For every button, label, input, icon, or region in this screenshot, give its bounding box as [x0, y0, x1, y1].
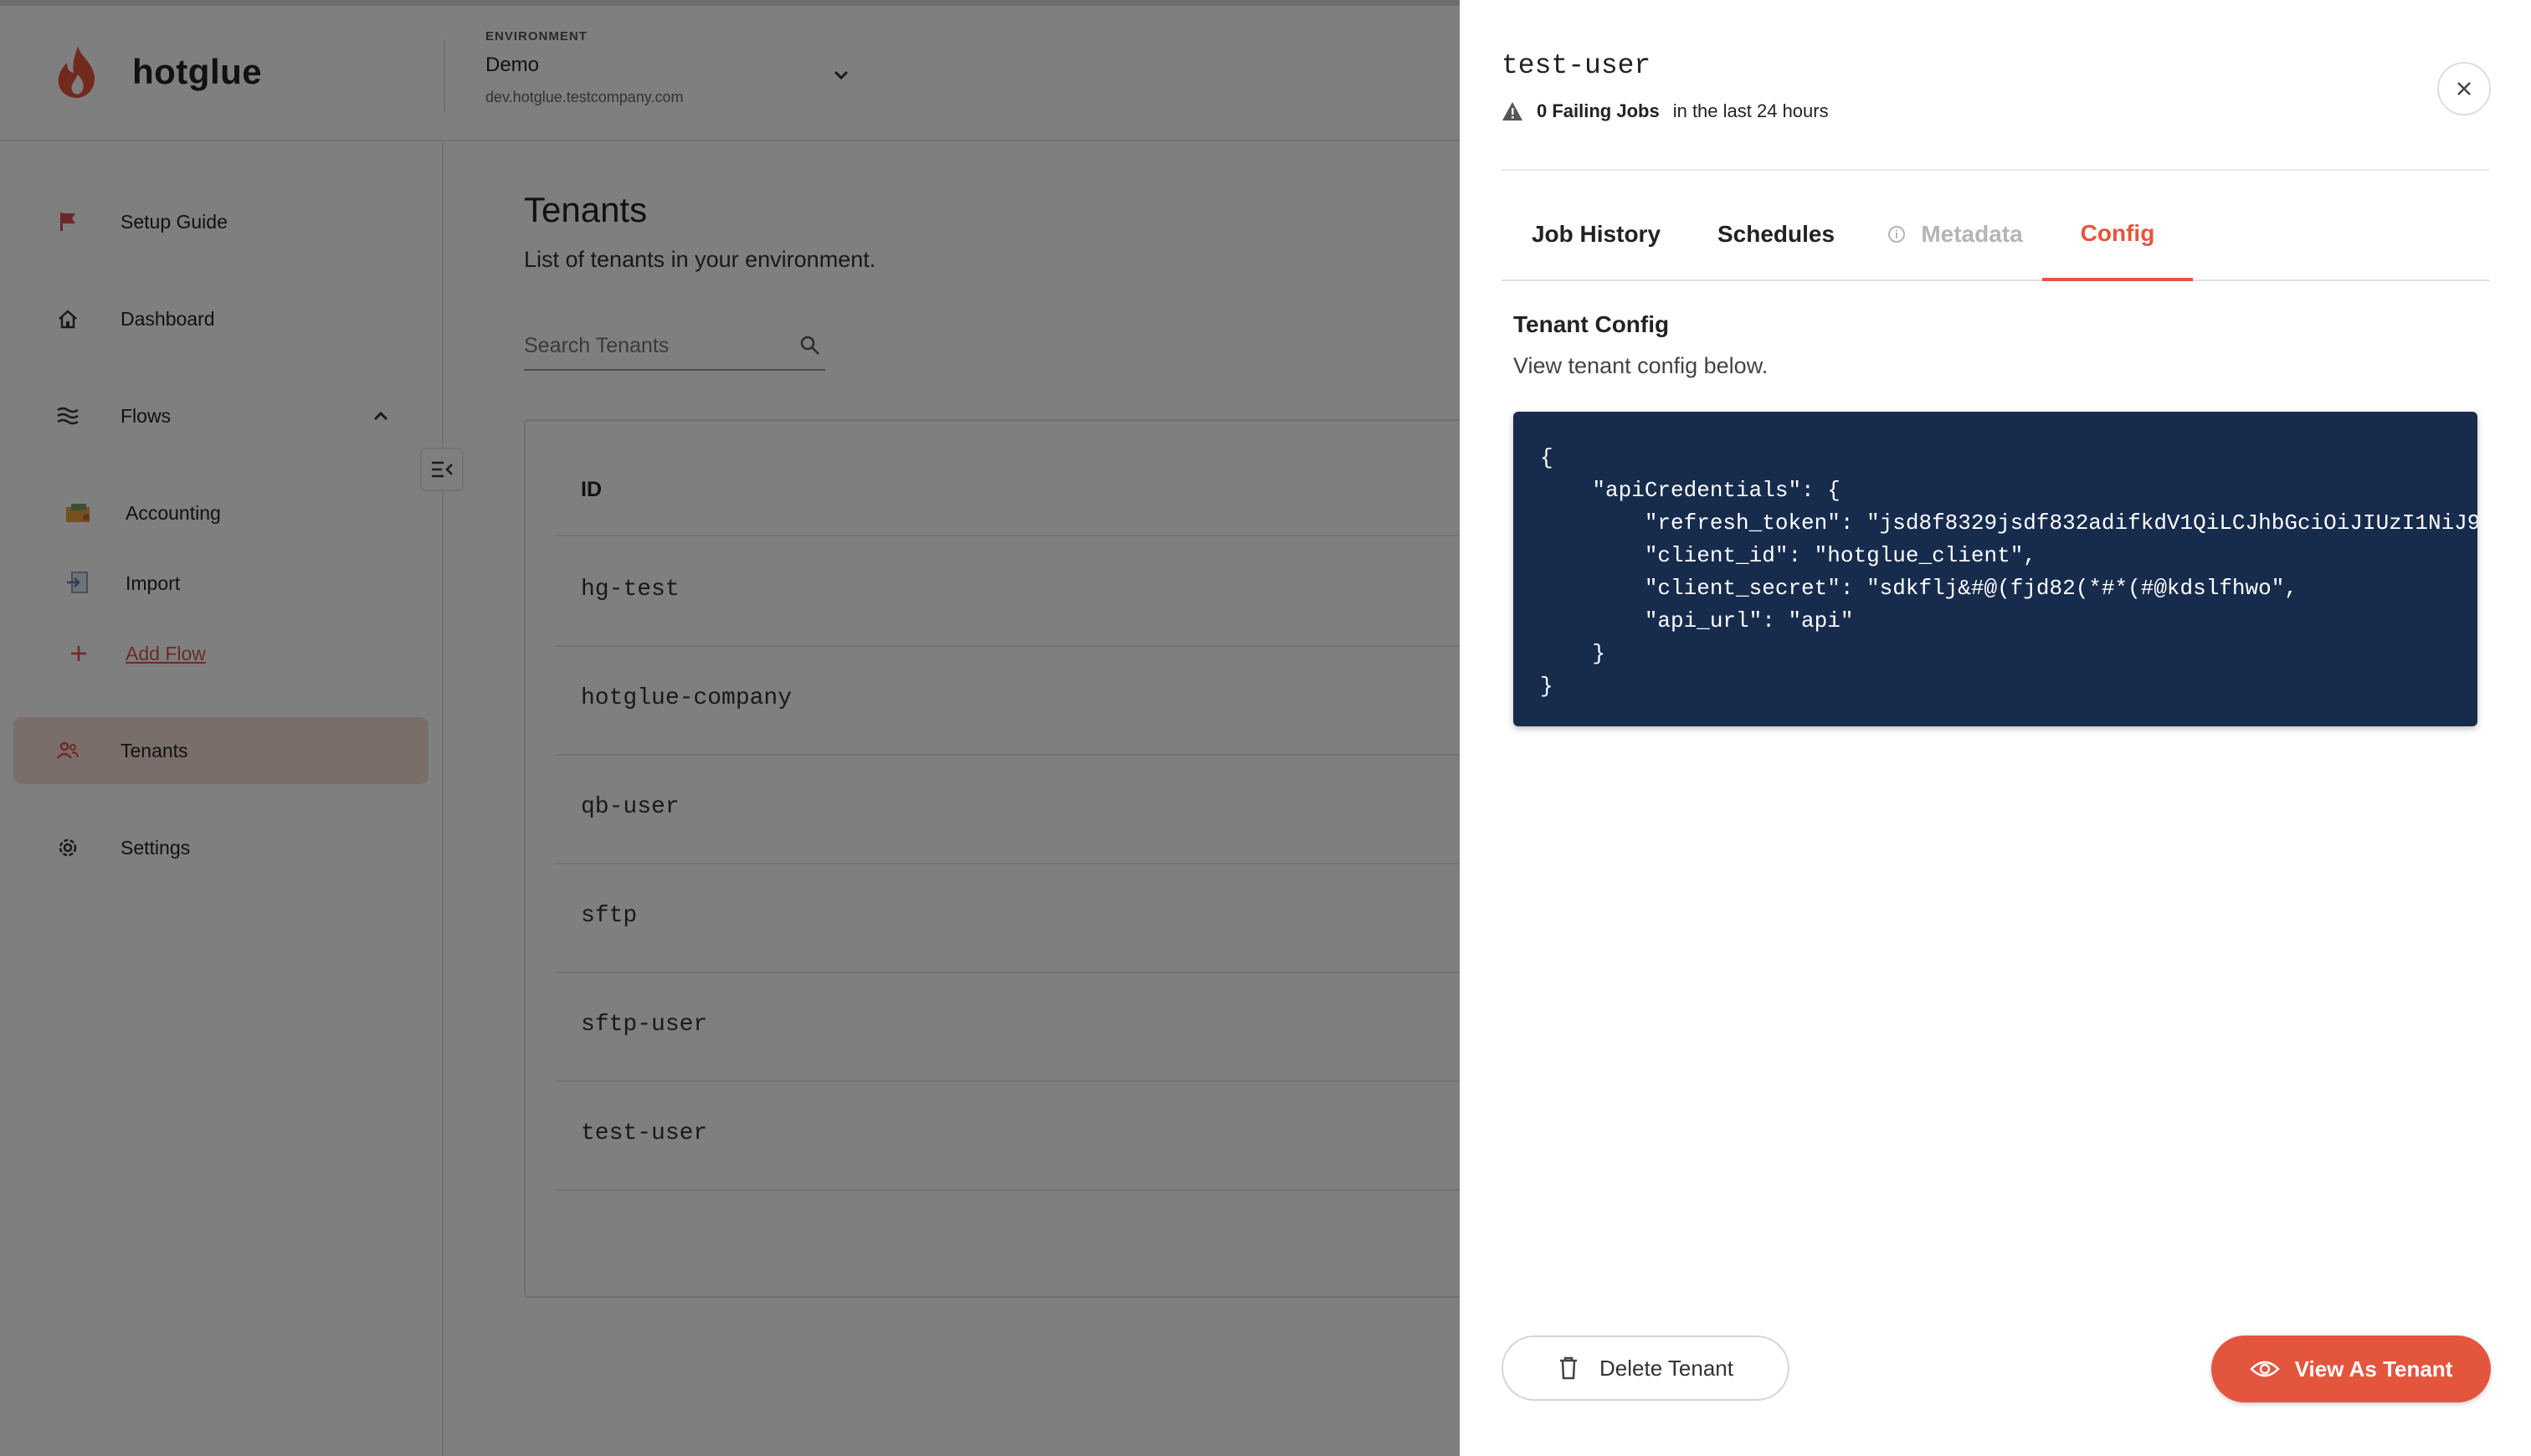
close-button[interactable] — [2437, 62, 2491, 115]
failing-jobs-period: in the last 24 hours — [1672, 100, 1829, 121]
delete-tenant-label: Delete Tenant — [1599, 1355, 1733, 1381]
eye-icon — [2249, 1361, 2280, 1377]
tab-metadata[interactable]: Metadata — [1873, 189, 2037, 279]
drawer-tabs: Job History Schedules Metadata Config — [1502, 189, 2489, 281]
failing-jobs-status: 0 Failing Jobs in the last 24 hours — [1502, 100, 1829, 122]
tab-label: Metadata — [1921, 221, 2023, 247]
tab-config[interactable]: Config — [2042, 189, 2193, 281]
view-as-tenant-label: View As Tenant — [2294, 1356, 2453, 1382]
view-as-tenant-button[interactable]: View As Tenant — [2211, 1336, 2491, 1402]
tab-schedules[interactable]: Schedules — [1697, 189, 1855, 279]
close-icon — [2457, 82, 2471, 95]
tab-job-history[interactable]: Job History — [1510, 189, 1682, 279]
delete-tenant-button[interactable]: Delete Tenant — [1502, 1336, 1789, 1401]
drawer-title: test-user — [1502, 50, 1651, 81]
tenant-detail-drawer: test-user 0 Failing Jobs in the last 24 … — [1460, 0, 2531, 1456]
drawer-divider — [1502, 169, 2489, 171]
config-code-block[interactable]: { "apiCredentials": { "refresh_token": "… — [1513, 412, 2477, 726]
modal-backdrop[interactable] — [0, 0, 1460, 1456]
config-title: Tenant Config — [1513, 311, 1670, 337]
info-icon — [1888, 226, 1906, 243]
trash-icon — [1560, 1356, 1577, 1380]
failing-jobs-count: 0 Failing Jobs — [1537, 100, 1660, 121]
config-subtitle: View tenant config below. — [1513, 353, 1769, 378]
config-json: { "apiCredentials": { "refresh_token": "… — [1540, 445, 2477, 699]
warning-icon — [1502, 102, 1522, 120]
